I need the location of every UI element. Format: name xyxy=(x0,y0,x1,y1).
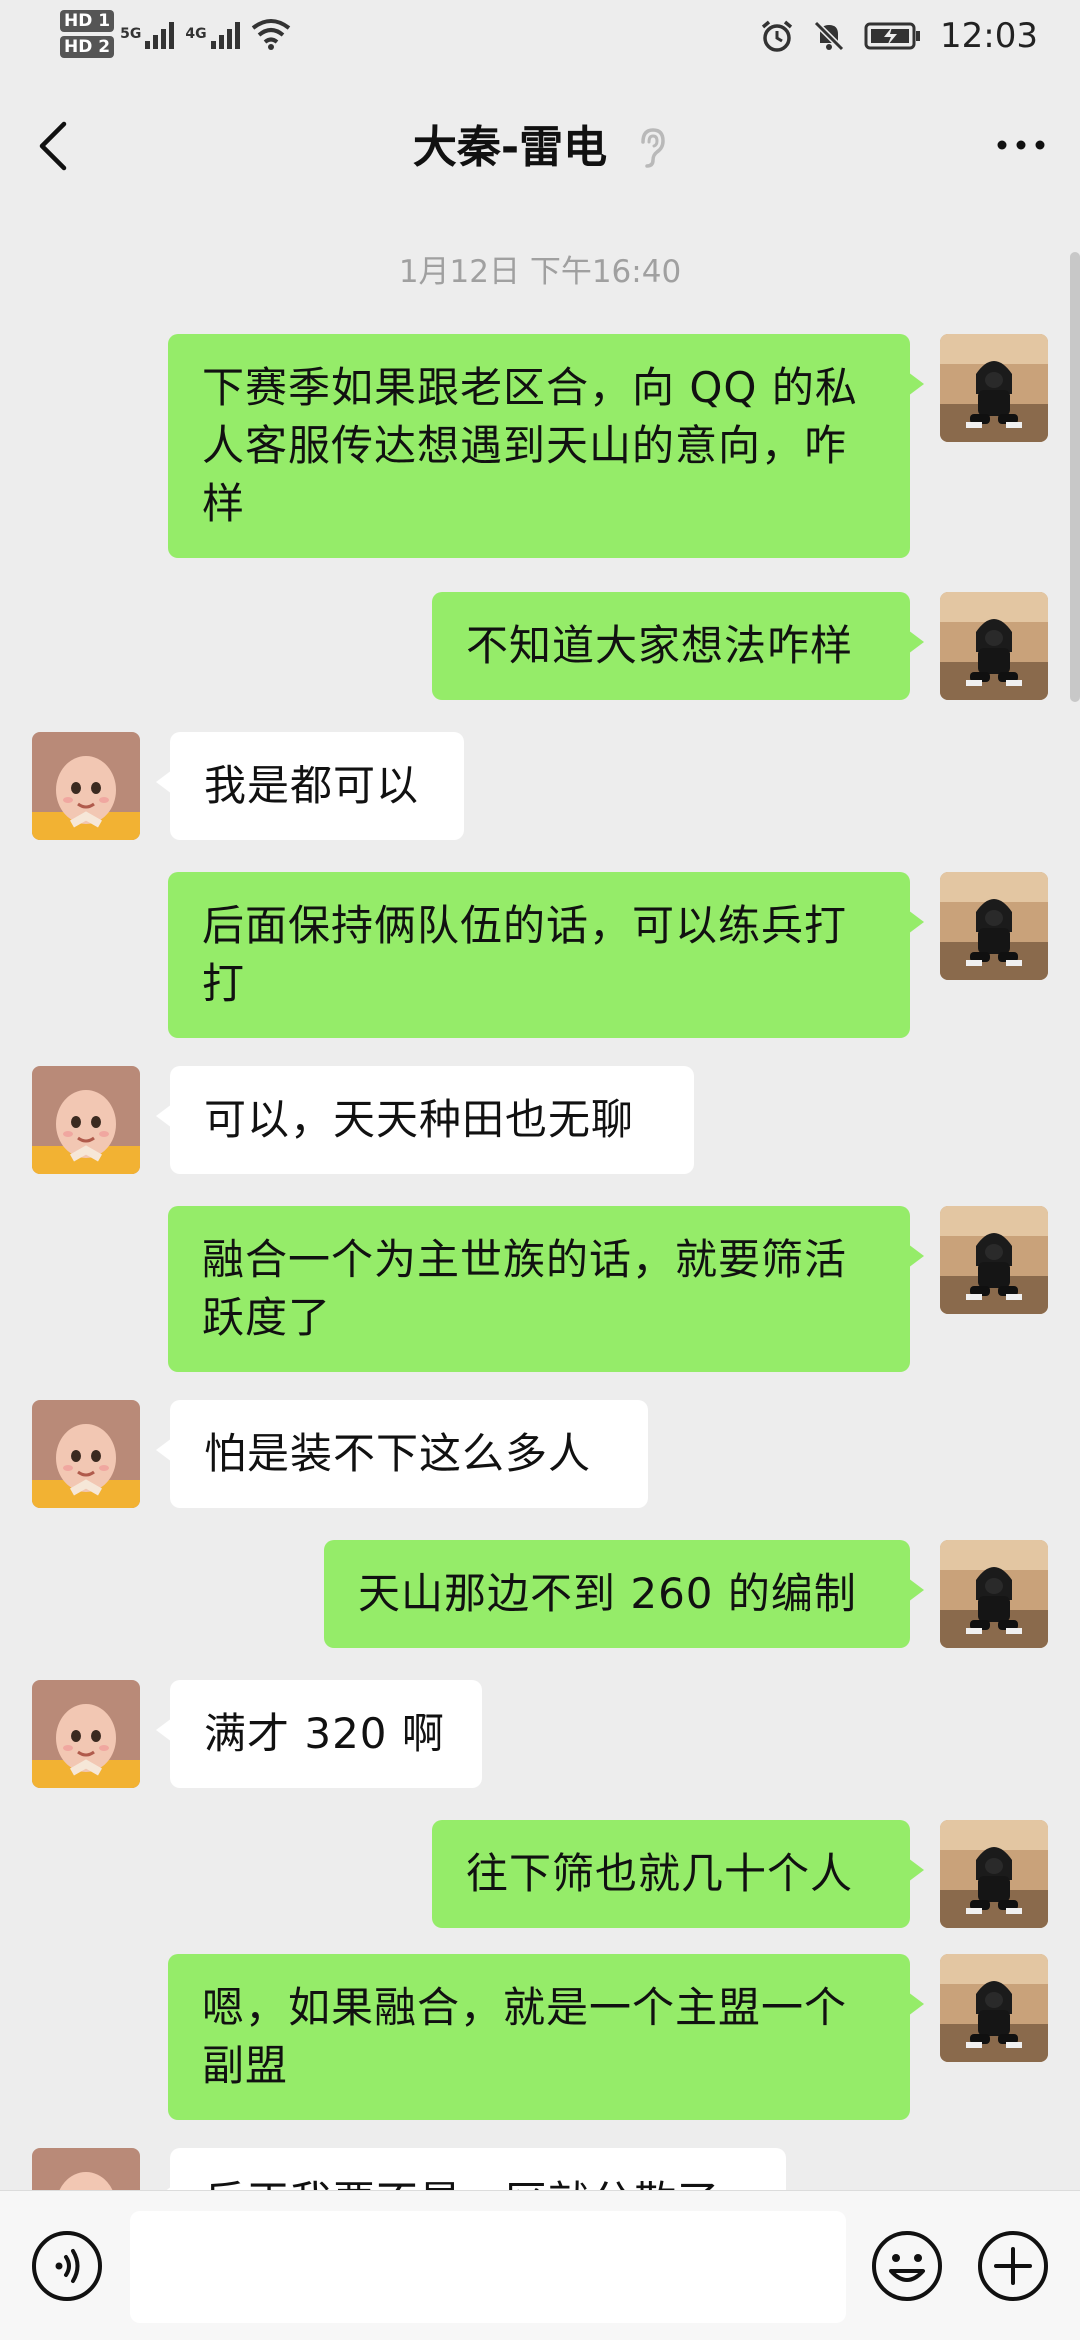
my-avatar[interactable] xyxy=(940,872,1048,980)
message-bubble-received[interactable]: 怕是装不下这么多人 xyxy=(156,1400,648,1508)
avatar-hooded-figure-icon xyxy=(940,592,1048,700)
avatar-hooded-figure-icon xyxy=(940,1820,1048,1928)
nav-bar: 大秦-雷电 xyxy=(0,80,1080,212)
chat-screen: HD 1 HD 2 5G 4G 12:03 大秦-雷电 1月12日 下午16:4… xyxy=(0,0,1080,2340)
voice-icon[interactable] xyxy=(30,2229,104,2303)
hd1-badge: HD 1 xyxy=(60,10,115,32)
avatar-cartoon-boy-icon xyxy=(32,2148,140,2190)
message-input[interactable] xyxy=(130,2211,846,2323)
mute-bell-icon xyxy=(813,20,845,52)
message-bubble-sent[interactable]: 天山那边不到 260 的编制 xyxy=(324,1540,924,1648)
my-avatar[interactable] xyxy=(940,592,1048,700)
plus-icon[interactable] xyxy=(976,2229,1050,2303)
avatar-hooded-figure-icon xyxy=(940,1540,1048,1648)
hd2-badge: HD 2 xyxy=(60,36,115,58)
more-dots-icon[interactable] xyxy=(996,138,1046,152)
message-list[interactable]: 1月12日 下午16:40 下赛季如果跟老区合，向 QQ 的私人客服传达想遇到天… xyxy=(0,212,1080,2190)
message-bubble-sent[interactable]: 融合一个为主世族的话，就要筛活跃度了 xyxy=(168,1206,924,1372)
message-bubble-sent[interactable]: 嗯，如果融合，就是一个主盟一个副盟 xyxy=(168,1954,924,2120)
my-avatar[interactable] xyxy=(940,1206,1048,1314)
message-bubble-received[interactable]: 满才 320 啊 xyxy=(156,1680,482,1788)
message-bubble-sent[interactable]: 往下筛也就几十个人 xyxy=(432,1820,924,1928)
chat-title-area: 大秦-雷电 xyxy=(0,120,1080,176)
alarm-icon xyxy=(761,20,793,52)
input-bar xyxy=(0,2190,1080,2340)
contact-avatar[interactable] xyxy=(32,1066,140,1174)
avatar-cartoon-boy-icon xyxy=(32,1400,140,1508)
network-4g-label: 4G xyxy=(185,26,207,42)
avatar-cartoon-boy-icon xyxy=(32,1680,140,1788)
status-time: 12:03 xyxy=(940,16,1038,56)
my-avatar[interactable] xyxy=(940,1820,1048,1928)
avatar-cartoon-boy-icon xyxy=(32,732,140,840)
network-5g-label: 5G xyxy=(120,26,142,42)
message-bubble-sent[interactable]: 不知道大家想法咋样 xyxy=(432,592,924,700)
message-bubble-received[interactable]: 可以，天天种田也无聊 xyxy=(156,1066,694,1174)
my-avatar[interactable] xyxy=(940,334,1048,442)
chat-title: 大秦-雷电 xyxy=(412,122,608,173)
wifi-icon xyxy=(251,19,290,50)
avatar-hooded-figure-icon xyxy=(940,872,1048,980)
avatar-hooded-figure-icon xyxy=(940,1954,1048,2062)
avatar-cartoon-boy-icon xyxy=(32,1066,140,1174)
message-bubble-received[interactable]: 反正我要不是一区就分散了 xyxy=(156,2148,786,2190)
message-bubble-sent[interactable]: 下赛季如果跟老区合，向 QQ 的私人客服传达想遇到天山的意向，咋样 xyxy=(168,334,924,558)
hd-stack: HD 1 HD 2 xyxy=(60,10,115,58)
contact-avatar[interactable] xyxy=(32,1400,140,1508)
ear-icon xyxy=(641,128,665,168)
status-left: HD 1 HD 2 5G 4G xyxy=(60,10,291,58)
emoji-icon[interactable] xyxy=(870,2229,944,2303)
status-bar: HD 1 HD 2 5G 4G 12:03 xyxy=(0,0,1080,80)
message-timestamp: 1月12日 下午16:40 xyxy=(398,254,682,290)
status-right: 12:03 xyxy=(760,16,1038,56)
message-bubble-received[interactable]: 我是都可以 xyxy=(156,732,464,840)
scrollbar[interactable] xyxy=(1070,252,1080,702)
contact-avatar[interactable] xyxy=(32,1680,140,1788)
contact-avatar[interactable] xyxy=(32,732,140,840)
contact-avatar[interactable] xyxy=(32,2148,140,2190)
signal-icon xyxy=(210,22,240,49)
avatar-hooded-figure-icon xyxy=(940,1206,1048,1314)
my-avatar[interactable] xyxy=(940,1540,1048,1648)
signal-icon xyxy=(145,22,175,49)
my-avatar[interactable] xyxy=(940,1954,1048,2062)
battery-icon xyxy=(864,22,921,50)
avatar-hooded-figure-icon xyxy=(940,334,1048,442)
message-bubble-sent[interactable]: 后面保持俩队伍的话，可以练兵打打 xyxy=(168,872,924,1038)
